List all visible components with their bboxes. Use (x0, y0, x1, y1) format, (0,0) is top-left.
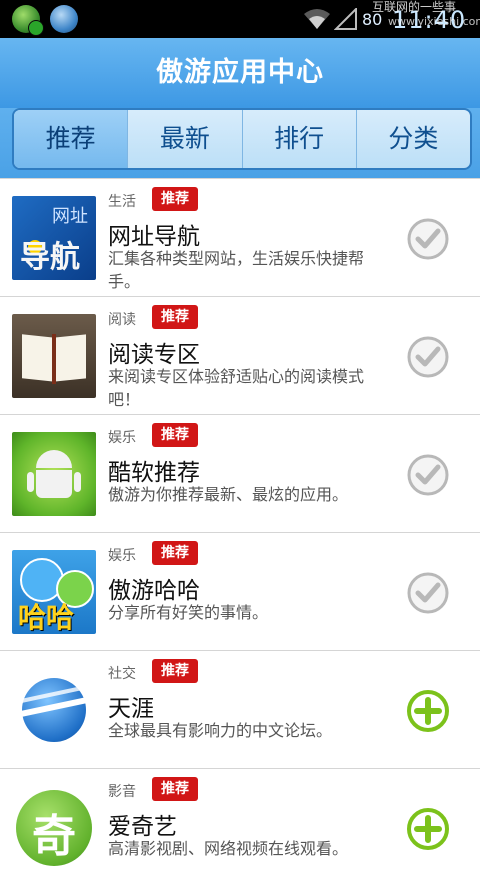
book-page-left (22, 334, 55, 382)
recommend-badge: 推荐 (152, 187, 198, 211)
watermark-url: www.yixieshi.com (388, 15, 480, 28)
download-complete-icon (28, 20, 44, 36)
app-category: 阅读 (108, 312, 136, 328)
tab-bar: 推荐 最新 排行 分类 (12, 108, 472, 170)
app-name: 爱奇艺 (108, 814, 177, 840)
robot-body (36, 470, 72, 498)
globe-icon (12, 668, 96, 752)
installed-check-icon[interactable] (406, 571, 450, 615)
add-app-button[interactable] (406, 689, 450, 733)
tab-categories[interactable]: 分类 (355, 110, 470, 168)
wifi-icon (304, 9, 330, 29)
recommend-badge: 推荐 (152, 423, 198, 447)
tab-recommended[interactable]: 推荐 (14, 110, 128, 168)
open-book-icon (12, 314, 96, 398)
icon-text: 奇 (32, 811, 76, 862)
app-description: 高清影视剧、网络视频在线观看。 (108, 839, 349, 858)
installed-check-icon[interactable] (406, 217, 450, 261)
robot-arm-left (27, 472, 34, 492)
installed-check-icon[interactable] (406, 335, 450, 379)
app-description: 傲游为你推荐最新、最炫的应用。 (108, 485, 349, 504)
browser-notification-icon (50, 5, 78, 33)
icon-text: 哈哈 (18, 601, 75, 634)
list-item[interactable]: 社交 推荐 天涯 全球最具有影响力的中文论坛。 (0, 650, 480, 769)
page-title: 傲游应用中心 (156, 57, 324, 88)
app-category: 生活 (108, 194, 136, 210)
signal-icon (334, 8, 357, 30)
list-item[interactable]: 奇 影音 推荐 爱奇艺 高清影视剧、网络视频在线观看。 (0, 768, 480, 887)
app-name: 网址导航 (108, 224, 200, 250)
app-name: 阅读专区 (108, 342, 200, 368)
tab-latest[interactable]: 最新 (127, 110, 241, 168)
book-spine (52, 334, 56, 384)
list-item[interactable]: 娱乐 推荐 酷软推荐 傲游为你推荐最新、最炫的应用。 (0, 414, 480, 533)
list-item[interactable]: 网址 导航 生活 推荐 网址导航 汇集各种类型网站，生活娱乐快捷帮手。 (0, 178, 480, 297)
icon-text-big: 导航 (20, 240, 80, 275)
list-item[interactable]: 哈哈 娱乐 推荐 傲游哈哈 分享所有好笑的事情。 (0, 532, 480, 651)
recommend-badge: 推荐 (152, 777, 198, 801)
app-name: 酷软推荐 (108, 460, 200, 486)
recommend-badge: 推荐 (152, 541, 198, 565)
app-category: 社交 (108, 666, 136, 682)
recommend-badge: 推荐 (152, 305, 198, 329)
list-item[interactable]: 阅读 推荐 阅读专区 来阅读专区体验舒适贴心的阅读模式吧！ (0, 296, 480, 415)
app-description: 全球最具有影响力的中文论坛。 (108, 721, 333, 740)
tab-ranking[interactable]: 排行 (241, 110, 356, 168)
watermark-text: 互联网的一些事 (372, 0, 457, 14)
web-nav-icon: 网址 导航 (12, 196, 96, 280)
app-description: 来阅读专区体验舒适贴心的阅读模式吧！ (108, 367, 365, 409)
app-name: 傲游哈哈 (108, 578, 200, 604)
robot-arm-right (74, 472, 81, 492)
app-header: 傲游应用中心 (0, 38, 480, 108)
app-description: 汇集各种类型网站，生活娱乐快捷帮手。 (108, 249, 365, 291)
add-app-button[interactable] (406, 807, 450, 851)
app-category: 娱乐 (108, 430, 136, 446)
recommend-badge: 推荐 (152, 659, 198, 683)
installed-check-icon[interactable] (406, 453, 450, 497)
android-robot-icon (12, 432, 96, 516)
book-page-right (54, 334, 86, 382)
tab-bar-container: 推荐 最新 排行 分类 (0, 108, 480, 178)
app-category: 娱乐 (108, 548, 136, 564)
icon-text-small: 网址 (52, 206, 88, 227)
laughing-faces-icon: 哈哈 (12, 550, 96, 634)
app-category: 影音 (108, 784, 136, 800)
iqiyi-icon: 奇 (12, 786, 96, 870)
app-description: 分享所有好笑的事情。 (108, 603, 269, 622)
app-name: 天涯 (108, 696, 154, 722)
robot-head (36, 450, 72, 468)
status-bar: 80 11:40 互联网的一些事 www.yixieshi.com (0, 0, 480, 38)
